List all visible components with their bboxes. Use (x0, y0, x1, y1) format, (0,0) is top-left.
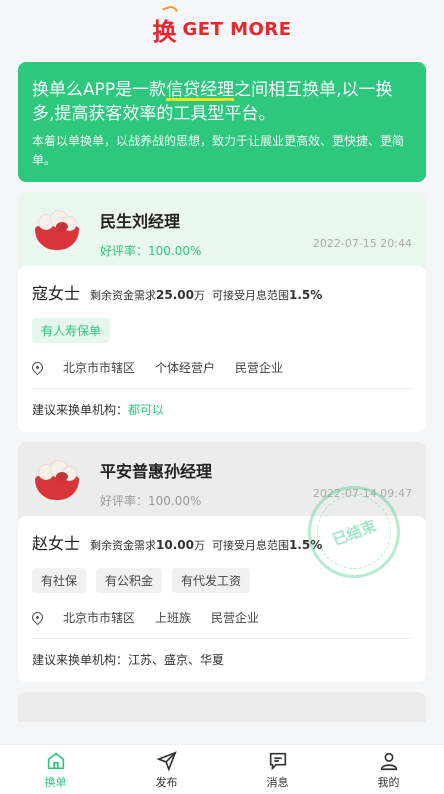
send-icon (155, 750, 177, 772)
location: 北京市市辖区 (63, 361, 136, 375)
tag: 有代发工资 (172, 568, 251, 593)
tag: 有社保 (32, 568, 87, 593)
card-body: 寇女士 剩余资金需求25.00万 可接受月息范围1.5% 有人寿保单 北京市市辖… (18, 266, 426, 432)
company-type: 民营企业 (211, 611, 260, 625)
post-date: 2022-07-15 20:44 (312, 237, 412, 250)
user-icon (380, 752, 397, 770)
client-name: 寇女士 (32, 284, 81, 303)
client-name: 赵女士 (32, 534, 81, 553)
card-body: 已结束 赵女士 剩余资金需求10.00万 可接受月息范围1.5% 有社保 有公积… (18, 473, 426, 682)
message-icon (269, 752, 286, 770)
manager-name: 民生刘经理 (100, 212, 181, 231)
tab-messages[interactable]: 消息 (222, 745, 333, 794)
tag: 有人寿保单 (32, 318, 111, 343)
location-row: 北京市市辖区 上班族 民营企业 (29, 609, 412, 639)
card-header: 民生刘经理 好评率：100.00% 2022-07-15 20:44 (18, 192, 426, 270)
tab-publish[interactable]: 发布 (111, 745, 222, 794)
suggested-institutions: 建议来换单机构：江苏、盛京、华夏 (32, 653, 225, 667)
order-card[interactable]: 平安普惠孙经理 好评率：100.00% 2022-07-14 09:47 已结束… (18, 442, 426, 682)
banner-description: 本着以单换单，以战养战的思想，致力于让展业更高效、更快捷、更简单。 (32, 134, 405, 167)
tab-mine[interactable]: 我的 (333, 745, 444, 794)
next-card-peek (18, 692, 426, 722)
tag-list: 有人寿保单 (32, 318, 412, 343)
order-card[interactable]: 民生刘经理 好评率：100.00% 2022-07-15 20:44 寇女士 剩… (18, 192, 426, 432)
suggested-institutions: 建议来换单机构：都可以 (32, 403, 165, 417)
app-logo: 换 GET MORE (0, 0, 444, 58)
location: 北京市市辖区 (63, 611, 136, 625)
logo-text: GET MORE (182, 18, 292, 40)
home-icon (47, 752, 64, 769)
job-type: 上班族 (155, 611, 192, 625)
fund-requirement: 剩余资金需求10.00万 可接受月息范围1.5% (90, 538, 323, 552)
fund-requirement: 剩余资金需求25.00万 可接受月息范围1.5% (90, 288, 323, 302)
banner-title: 换单么APP是一款信贷经理之间相互换单,以一换多,提高获客效率的工具型平台。 (32, 80, 393, 124)
tab-exchange[interactable]: 换单 (0, 745, 111, 794)
logo-mark: 换 (153, 3, 178, 47)
intro-banner: 换单么APP是一款信贷经理之间相互换单,以一换多,提高获客效率的工具型平台。 本… (18, 62, 426, 182)
requirement-line: 寇女士 剩余资金需求25.00万 可接受月息范围1.5% (32, 280, 412, 304)
job-type: 个体经营户 (155, 361, 216, 375)
manager-name: 平安普惠孙经理 (100, 462, 213, 481)
bottom-tab-bar: 换单 发布 消息 我的 (0, 744, 444, 794)
company-type: 民营企业 (235, 361, 284, 375)
location-row: 北京市市辖区 个体经营户 民营企业 (29, 359, 412, 389)
avatar (32, 458, 82, 508)
location-pin-icon (29, 609, 46, 626)
tag: 有公积金 (96, 568, 163, 593)
location-pin-icon (29, 359, 46, 376)
avatar (32, 208, 82, 258)
